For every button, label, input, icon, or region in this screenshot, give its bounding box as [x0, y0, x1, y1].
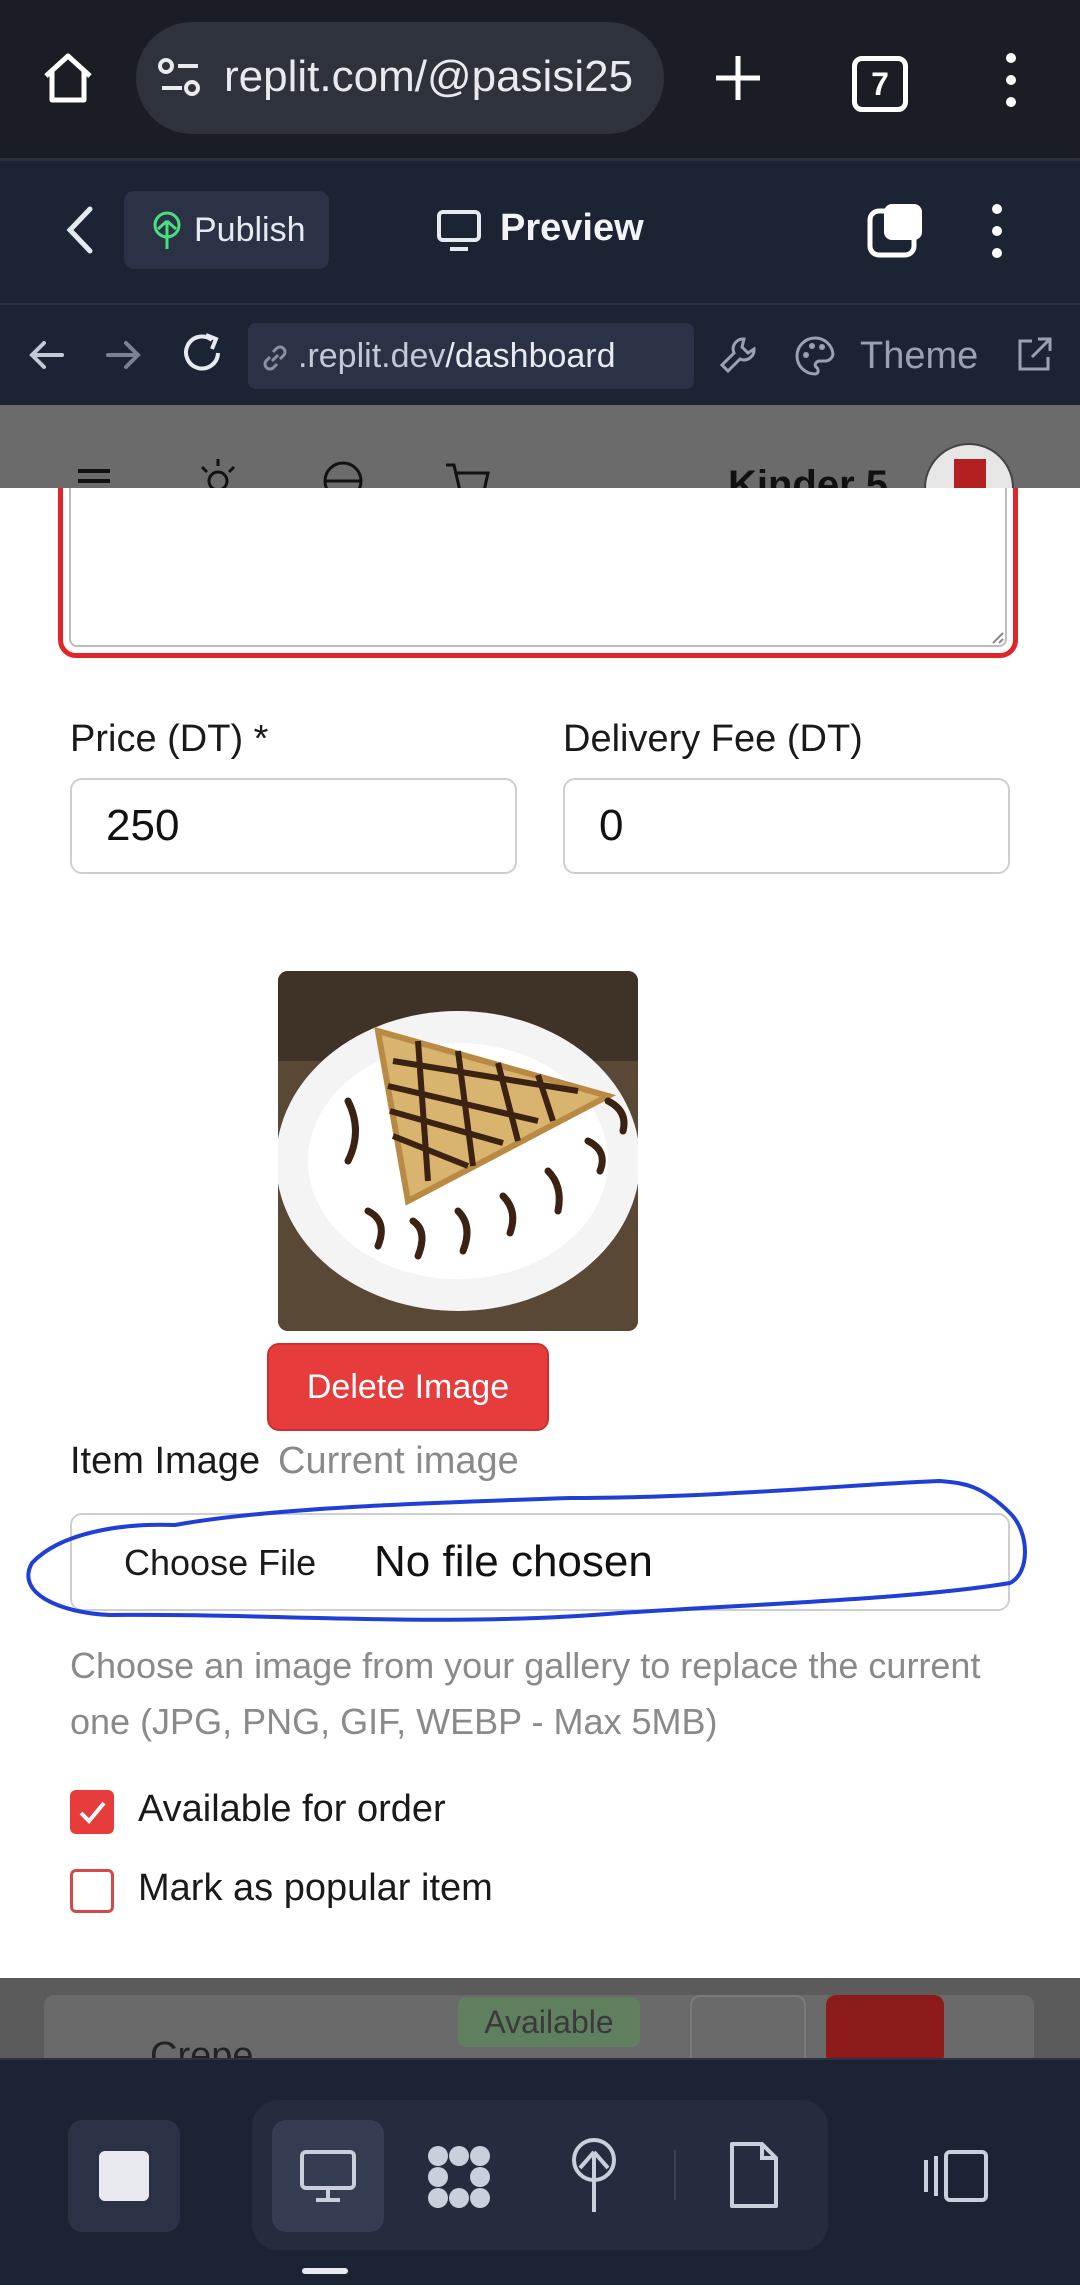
current-item-image: [278, 971, 638, 1331]
monitor-icon: [437, 210, 481, 251]
file-help-text: Choose an image from your gallery to rep…: [70, 1645, 981, 1742]
address-bar[interactable]: replit.com/@pasisi25: [136, 22, 664, 134]
wrench-icon[interactable]: [718, 335, 760, 377]
address-url: replit.com/@pasisi25: [224, 52, 634, 101]
site-settings-icon[interactable]: [158, 58, 204, 98]
edit-icon: [690, 1995, 806, 2058]
menu-item-name: Crepe: [150, 2035, 254, 2058]
new-tab-icon[interactable]: [712, 52, 764, 104]
popular-checkbox[interactable]: [70, 1869, 114, 1913]
delivery-fee-label: Delivery Fee (DT): [563, 718, 863, 760]
tabs-overview-icon[interactable]: [866, 201, 926, 261]
app-header-dimmed: Kinder 5: [0, 405, 1080, 533]
open-external-icon[interactable]: [1014, 335, 1054, 375]
delete-image-button[interactable]: Delete Image: [267, 1343, 549, 1431]
reload-icon[interactable]: [180, 331, 226, 377]
split-panel-icon[interactable]: [922, 2148, 990, 2204]
deploy-icon[interactable]: [566, 2138, 622, 2214]
back-chevron-icon[interactable]: [62, 205, 96, 255]
url-domain: .replit.dev: [298, 336, 446, 375]
price-label: Price (DT) *: [70, 718, 269, 760]
file-icon[interactable]: [726, 2140, 782, 2210]
stop-icon: [99, 2151, 149, 2201]
link-icon: [263, 345, 287, 371]
stop-button[interactable]: [68, 2120, 180, 2232]
popular-label: Mark as popular item: [138, 1867, 493, 1909]
toolbar-divider: [674, 2150, 676, 2200]
check-icon: [79, 1801, 106, 1824]
replit-bottom-toolbar: [0, 2058, 1080, 2285]
edit-item-form: Price (DT) * 250 Delivery Fee (DT) 0 Del…: [0, 488, 1080, 1978]
publish-label: Publish: [194, 210, 306, 249]
nav-back-icon[interactable]: [26, 335, 66, 375]
preview-view-button[interactable]: [272, 2120, 384, 2232]
nav-forward-icon[interactable]: [104, 335, 144, 375]
description-textarea[interactable]: [58, 488, 1018, 658]
price-input[interactable]: 250: [70, 778, 517, 874]
annotation-circle: [26, 1478, 1027, 1622]
preview-navbar: .replit.dev/dashboard Theme: [0, 303, 1080, 407]
browser-menu-icon[interactable]: [996, 50, 1026, 110]
home-indicator: [302, 2268, 348, 2274]
available-checkbox[interactable]: [70, 1790, 114, 1834]
publish-icon: [153, 211, 181, 249]
status-badge: Available: [458, 1997, 640, 2047]
textarea-inner: [69, 488, 1007, 647]
palette-icon[interactable]: [794, 335, 836, 377]
view-switcher: [252, 2100, 828, 2250]
replit-menu-icon[interactable]: [982, 201, 1012, 261]
url-path: /dashboard: [445, 336, 616, 375]
resize-handle-icon[interactable]: [991, 631, 1005, 645]
available-label: Available for order: [138, 1788, 446, 1830]
monitor-icon: [300, 2150, 356, 2202]
tab-switcher-button[interactable]: 7: [852, 56, 908, 112]
trash-icon: [826, 1995, 944, 2058]
publish-button[interactable]: Publish: [124, 191, 329, 269]
preview-url-field[interactable]: .replit.dev/dashboard: [248, 323, 694, 389]
app-viewport: Kinder 5 Available Crepe Price (DT) * 25…: [0, 405, 1080, 2058]
preview-tab[interactable]: Preview: [500, 207, 644, 250]
home-icon[interactable]: [40, 50, 96, 106]
agent-icon[interactable]: [424, 2142, 494, 2212]
delivery-fee-input[interactable]: 0: [563, 778, 1010, 874]
replit-header: Publish Preview: [0, 161, 1080, 303]
theme-button[interactable]: Theme: [860, 335, 978, 378]
browser-toolbar: replit.com/@pasisi25 7: [0, 0, 1080, 158]
